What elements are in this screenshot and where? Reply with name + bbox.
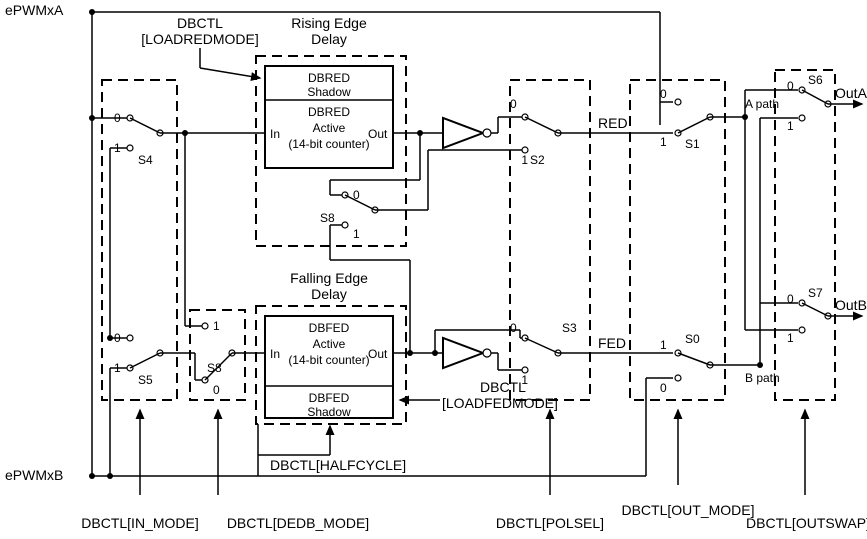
switch-s2: S2 [530, 153, 545, 167]
in-mode-label: DBCTL[IN_MODE] [81, 515, 198, 531]
switch-s8b: S8 [207, 361, 222, 375]
dedb-mode-label: DBCTL[DEDB_MODE] [227, 515, 369, 531]
dbred-shadow1: DBRED [308, 71, 350, 85]
s0-sel1: 1 [660, 338, 667, 352]
s7-sel1: 1 [787, 331, 794, 345]
switch-s7: S7 [808, 286, 823, 300]
dbred-counter: (14-bit counter) [288, 137, 369, 151]
loadredmode-label: [LOADREDMODE] [141, 31, 258, 47]
outswap-label: DBCTL[OUTSWAP] [746, 515, 867, 531]
switch-s4: S4 [138, 153, 153, 167]
polsel-label: DBCTL[POLSEL] [496, 515, 604, 531]
rising-edge-label: Rising Edge [291, 15, 367, 31]
s8a-sel0: 0 [353, 188, 360, 202]
dbfed-active2: Active [313, 337, 346, 351]
dbfed-in: In [270, 347, 280, 361]
switch-s8a: S8 [320, 211, 335, 225]
fed-label: FED [598, 335, 626, 351]
out-b: OutB [835, 297, 867, 313]
dbred-in: In [270, 127, 280, 141]
s2-sel0: 0 [510, 97, 517, 111]
s8b-sel1: 1 [213, 319, 220, 333]
s1-sel1: 1 [660, 135, 667, 149]
dbfed-counter: (14-bit counter) [288, 353, 369, 367]
s7-sel0: 0 [787, 292, 794, 306]
dbfed-active1: DBFED [309, 321, 350, 335]
loadfedmode: [LOADFEDMODE] [442, 395, 558, 411]
switch-s5: S5 [138, 373, 153, 387]
s3-sel1: 1 [521, 373, 528, 387]
input-a-label: ePWMxA [5, 2, 64, 18]
falling-edge-label: Falling Edge [290, 270, 368, 286]
switch-s6: S6 [808, 73, 823, 87]
dbred-active1: DBRED [308, 105, 350, 119]
out-a: OutA [835, 85, 867, 101]
s1-sel0: 0 [660, 87, 667, 101]
s6-sel1: 1 [787, 119, 794, 133]
dbfed-shadow1: DBFED [309, 391, 350, 405]
dbred-active2: Active [313, 121, 346, 135]
dbred-shadow2: Shadow [307, 85, 351, 99]
s6-sel0: 0 [787, 79, 794, 93]
input-b-label: ePWMxB [5, 467, 63, 483]
switch-s0: S0 [685, 332, 700, 346]
red-label: RED [598, 115, 628, 131]
switch-s3: S3 [562, 321, 577, 335]
s0-sel0: 0 [660, 381, 667, 395]
s8b-sel0: 0 [213, 383, 220, 397]
dbctl-loadred-label: DBCTL [177, 15, 223, 31]
s2-sel1: 1 [521, 153, 528, 167]
switch-s1: S1 [685, 137, 700, 151]
dbctl-mid: DBCTL [480, 379, 526, 395]
rising-delay-label: Delay [311, 31, 347, 47]
s8a-sel1: 1 [353, 227, 360, 241]
dbfed-out: Out [368, 347, 388, 361]
dbred-out: Out [368, 127, 388, 141]
s3-sel0: 0 [510, 321, 517, 335]
halfcycle-label: DBCTL[HALFCYCLE] [270, 457, 406, 473]
outmode-label: DBCTL[OUT_MODE] [621, 502, 754, 518]
dbfed-shadow2: Shadow [307, 405, 351, 419]
falling-delay-label: Delay [311, 286, 347, 302]
a-path: A path [745, 97, 779, 111]
